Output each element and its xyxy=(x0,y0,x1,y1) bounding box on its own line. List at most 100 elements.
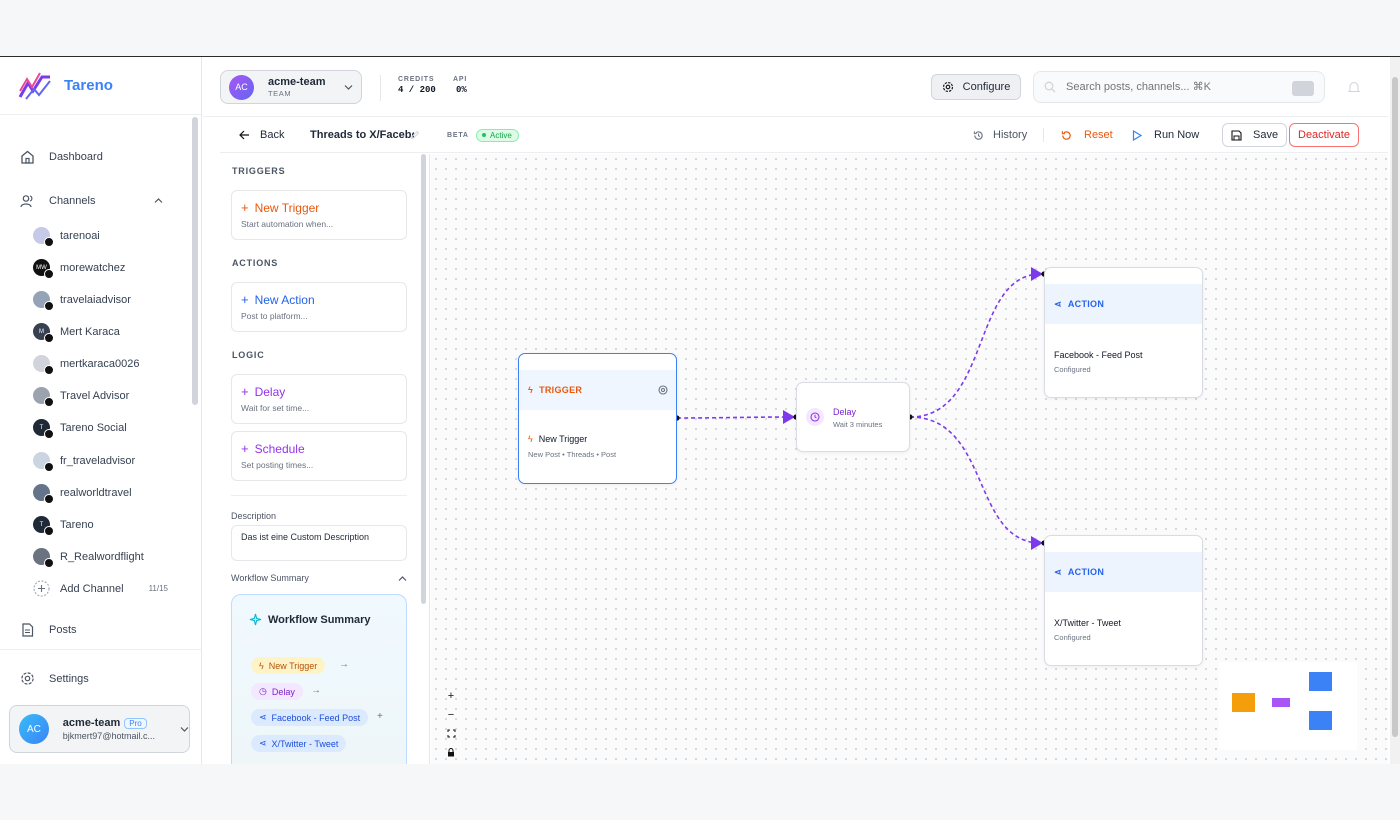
channel-avatar xyxy=(33,452,54,472)
workflow-name: Threads to X/Facebook xyxy=(310,129,414,141)
history-button[interactable]: History xyxy=(973,117,1027,153)
user-email: bjkmert97@hotmail.c... xyxy=(62,731,155,741)
palette-new-trigger-title: New Trigger xyxy=(254,200,320,215)
save-icon xyxy=(1231,129,1242,141)
nav-posts[interactable]: Posts xyxy=(20,623,77,637)
x-icon xyxy=(44,526,54,536)
team-selector[interactable]: AC acme-team TEAM xyxy=(220,70,362,104)
zoom-out-button[interactable]: − xyxy=(441,705,461,724)
channel-avatar: T xyxy=(33,419,54,439)
sidebar-scrollbar[interactable] xyxy=(192,117,198,405)
user-avatar: AC xyxy=(19,714,49,744)
summary-chip: ◷ Delay xyxy=(251,683,303,700)
channel-name: realworldtravel xyxy=(60,486,132,499)
save-button[interactable]: Save xyxy=(1222,123,1288,147)
credits-label: CREDITS xyxy=(398,76,435,83)
nav-channels[interactable]: Channels xyxy=(20,194,164,208)
chevron-down-icon xyxy=(180,726,189,732)
search-bar[interactable] xyxy=(1033,71,1325,103)
palette-schedule[interactable]: + Schedule Set posting times... xyxy=(231,431,407,481)
channel-avatar xyxy=(33,227,54,247)
channel-name: Tareno xyxy=(60,518,94,531)
channel-avatar xyxy=(33,484,54,504)
page-scrollbar[interactable] xyxy=(1390,57,1400,764)
configure-label: Configure xyxy=(962,81,1011,93)
palette-delay-title: Delay xyxy=(254,384,286,399)
minimap-node xyxy=(1232,693,1255,712)
channel-count: 11/15 xyxy=(148,584,168,593)
lock-button[interactable] xyxy=(441,743,461,762)
zoom-in-button[interactable]: + xyxy=(441,686,461,705)
bell-icon[interactable] xyxy=(1348,81,1360,94)
brand[interactable]: Tareno xyxy=(0,57,201,115)
reset-button[interactable]: Reset xyxy=(1061,117,1113,153)
page-scrollbar-thumb[interactable] xyxy=(1392,77,1398,737)
bolt-icon: ϟ xyxy=(528,385,534,395)
nav-dashboard[interactable]: Dashboard xyxy=(20,150,103,164)
run-now-button[interactable]: Run Now xyxy=(1132,117,1199,153)
channel-item[interactable]: R_Realwordflight xyxy=(33,548,144,568)
palette-delay[interactable]: + Delay Wait for set time... xyxy=(231,374,407,424)
back-button[interactable]: Back xyxy=(239,117,284,153)
channel-item[interactable]: T Tareno Social xyxy=(33,419,127,439)
share-icon: ⋖ xyxy=(259,738,267,748)
sparkle-icon xyxy=(249,613,262,626)
summary-toggle[interactable]: Workflow Summary xyxy=(231,573,407,583)
trigger-node-title: New Trigger xyxy=(538,434,588,444)
palette-scrollbar[interactable] xyxy=(421,154,426,604)
channel-item[interactable]: travelaiadvisor xyxy=(33,291,131,311)
users-icon xyxy=(20,195,33,208)
gear-icon xyxy=(942,81,953,93)
description-field[interactable]: Das ist eine Custom Description xyxy=(231,525,407,561)
reset-icon xyxy=(1061,130,1071,140)
bolt-icon: ϟ xyxy=(528,434,533,444)
action-node-header: ⋖ ACTION xyxy=(1045,284,1202,324)
workflow-canvas[interactable]: ϟ TRIGGER ϟ New Trigger New Post • Threads… xyxy=(431,154,1388,764)
app-window: Tareno Dashboard Channels tarenoai MW mor… xyxy=(0,56,1400,764)
configure-button[interactable]: Configure xyxy=(931,74,1021,100)
fit-view-button[interactable] xyxy=(441,724,461,743)
channel-avatar: MW xyxy=(33,259,54,279)
workflow-summary-card: Workflow Summary ϟ New Trigger → ◷ Delay →… xyxy=(231,594,407,764)
channel-item[interactable]: MW morewatchez xyxy=(33,259,125,279)
tiktok-icon xyxy=(44,462,54,472)
user-menu[interactable]: AC acme-team Pro bjkmert97@hotmail.c... xyxy=(9,705,190,753)
delay-node[interactable]: Delay Wait 3 minutes xyxy=(796,382,910,452)
channel-item[interactable]: T Tareno xyxy=(33,516,94,536)
minimap[interactable] xyxy=(1219,662,1357,750)
status-label: Active xyxy=(490,130,512,140)
nav-settings[interactable]: Settings xyxy=(20,671,89,686)
shortcut-key xyxy=(1292,81,1314,96)
palette-schedule-sub: Set posting times... xyxy=(241,460,314,470)
team-avatar: AC xyxy=(229,74,254,100)
lock-icon xyxy=(448,748,454,757)
trigger-node[interactable]: ϟ TRIGGER ϟ New Trigger New Post • Threads… xyxy=(518,353,677,484)
workflow-name-field[interactable]: Threads to X/Facebook xyxy=(310,117,420,153)
api-stat: API 0% xyxy=(453,76,467,95)
save-label: Save xyxy=(1253,129,1279,141)
bolt-icon: ϟ xyxy=(259,660,264,671)
channel-item[interactable]: Travel Advisor xyxy=(33,387,129,407)
channel-name: travelaiadvisor xyxy=(60,293,131,306)
tiktok-icon xyxy=(44,494,54,504)
action-node-x[interactable]: ⋖ ACTION X/Twitter - Tweet Configured xyxy=(1044,535,1203,666)
nav-channels-label: Channels xyxy=(49,195,96,207)
run-now-label: Run Now xyxy=(1154,129,1200,141)
action-node-title: Facebook - Feed Post xyxy=(1054,350,1143,360)
minimap-node xyxy=(1309,672,1332,691)
share-icon: ⋖ xyxy=(1054,298,1062,309)
channel-item[interactable]: fr_traveladvisor xyxy=(33,452,135,472)
deactivate-button[interactable]: Deactivate xyxy=(1289,123,1359,147)
channel-item[interactable]: mertkaraca0026 xyxy=(33,355,140,375)
trigger-node-tag: TRIGGER xyxy=(539,385,583,395)
search-input[interactable] xyxy=(1066,81,1266,93)
chevron-up-icon[interactable] xyxy=(154,197,163,204)
threads-icon xyxy=(44,365,54,375)
palette-new-action[interactable]: + New Action Post to platform... xyxy=(231,282,407,332)
palette-new-trigger[interactable]: + New Trigger Start automation when... xyxy=(231,190,407,240)
channel-item[interactable]: tarenoai xyxy=(33,227,100,247)
channel-item[interactable]: realworldtravel xyxy=(33,484,132,504)
action-node-facebook[interactable]: ⋖ ACTION Facebook - Feed Post Configured xyxy=(1044,267,1203,398)
add-channel-button[interactable]: Add Channel 11/15 xyxy=(33,580,168,597)
channel-item[interactable]: M Mert Karaca xyxy=(33,323,120,343)
